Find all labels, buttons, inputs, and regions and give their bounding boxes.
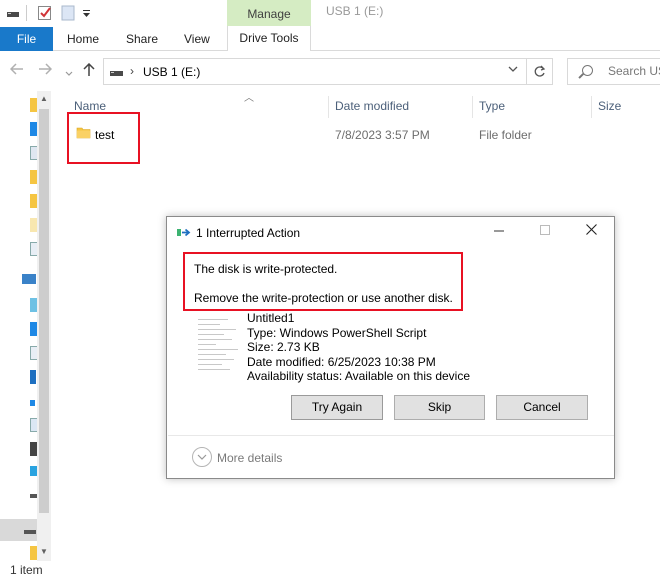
interrupted-action-dialog: 1 Interrupted Action The disk is write-p… [166,216,615,479]
sort-ascending-icon: ︿ [244,93,254,104]
properties-icon[interactable] [37,4,53,22]
file-availability: Availability status: Available on this d… [247,369,471,383]
new-folder-icon[interactable] [61,4,75,22]
address-history-chevron-icon[interactable] [508,65,518,76]
minimize-icon[interactable] [494,223,504,238]
this-pc-icon[interactable] [22,274,36,284]
tab-share[interactable]: Share [126,27,158,51]
search-placeholder: Search USB 1 (E:) [608,64,660,78]
column-size[interactable]: Size [598,99,621,113]
ribbon-tabs: File Home Share View Drive Tools [0,26,660,52]
column-divider[interactable] [591,96,592,118]
window-title: USB 1 (E:) [326,4,384,18]
skip-button[interactable]: Skip [394,395,485,420]
tab-view[interactable]: View [184,27,210,51]
file-date-modified: 7/8/2023 3:57 PM [335,128,430,142]
tab-drive-tools[interactable]: Drive Tools [227,26,311,52]
navigation-pane: ▲ ▼ [0,91,52,561]
cancel-button[interactable]: Cancel [496,395,588,420]
downloads-icon[interactable] [30,370,36,384]
refresh-button[interactable] [527,58,553,85]
file-thumbnail [195,315,243,377]
manage-tab-group: Manage [227,0,311,27]
dialog-divider [168,435,614,436]
breadcrumb-separator-icon: › [130,64,134,78]
file-name: Untitled1 [247,311,295,325]
music-icon[interactable] [30,400,35,406]
chevron-down-icon[interactable] [192,447,212,467]
customize-quick-access-icon[interactable] [82,4,91,22]
nav-scrollbar-thumb[interactable] [39,109,49,513]
search-icon [582,65,593,76]
file-details: Untitled1 Type: Windows PowerShell Scrip… [247,311,470,384]
drive-icon [6,4,20,22]
dialog-title: 1 Interrupted Action [196,226,301,240]
column-divider[interactable] [472,96,473,118]
scroll-up-icon[interactable]: ▲ [40,94,48,103]
highlight-annotation [67,112,140,164]
item-count: 1 item [10,563,43,577]
tab-home[interactable]: Home [67,27,99,51]
scroll-down-icon[interactable]: ▼ [40,547,48,556]
file-type: File folder [479,128,532,142]
back-icon[interactable] [9,63,24,78]
refresh-icon [534,65,546,77]
breadcrumb-path[interactable]: USB 1 (E:) [143,65,200,79]
search-input[interactable]: Search USB 1 (E:) [567,58,660,85]
file-size: Size: 2.73 KB [247,340,320,354]
error-message: The disk is write-protected. [194,262,338,276]
maximize-icon [540,223,550,238]
tab-file[interactable]: File [0,27,53,51]
navigation-bar: › USB 1 (E:) Search USB 1 (E:) [0,51,660,91]
column-type[interactable]: Type [479,99,505,113]
error-instruction: Remove the write-protection or use anoth… [194,291,453,305]
title-bar: Manage USB 1 (E:) [0,0,660,27]
column-date-modified[interactable]: Date modified [335,99,409,113]
usb-drive-icon[interactable] [24,530,36,534]
try-again-button[interactable]: Try Again [291,395,383,420]
usb-drive-icon [110,67,124,81]
divider [26,5,27,21]
file-date-modified: Date modified: 6/25/2023 10:38 PM [247,354,436,369]
up-icon[interactable] [83,62,95,80]
close-icon[interactable] [586,223,597,238]
file-type: Type: Windows PowerShell Script [247,325,427,340]
file-operation-icon [177,228,191,237]
column-divider[interactable] [328,96,329,118]
column-headers: ︿ Name Date modified Type Size [52,91,660,119]
recent-locations-chevron-icon[interactable] [65,65,73,80]
forward-icon[interactable] [38,63,53,78]
more-details-toggle[interactable]: More details [217,451,282,465]
address-bar[interactable]: › USB 1 (E:) [103,58,527,85]
column-name[interactable]: Name [74,99,106,113]
